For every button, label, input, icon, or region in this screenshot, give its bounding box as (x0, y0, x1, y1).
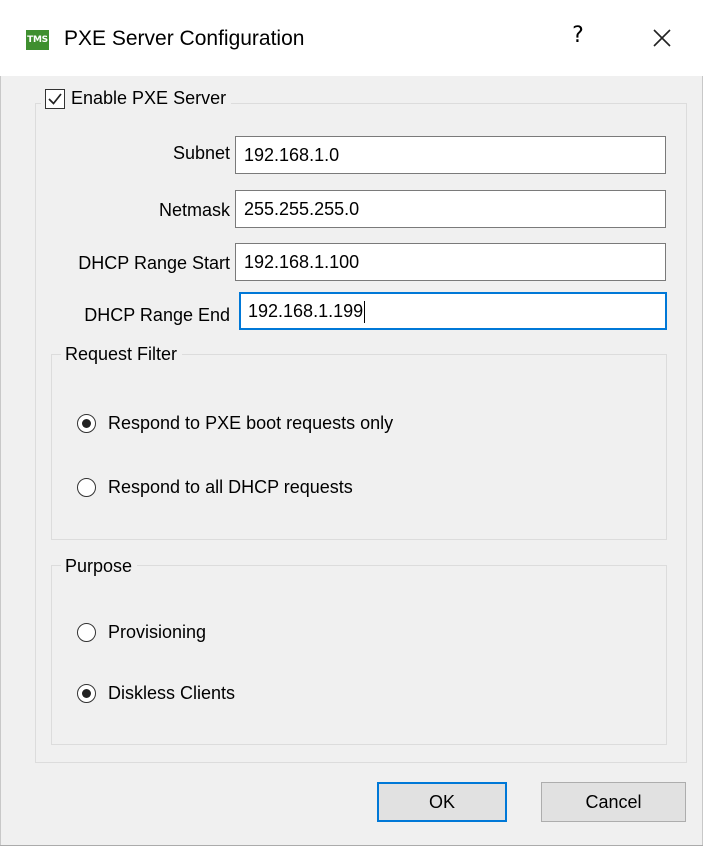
netmask-label: Netmask (158, 200, 230, 220)
window-border-left (0, 0, 1, 846)
purpose-group (51, 565, 667, 745)
title-bar[interactable]: TMS PXE Server Configuration ? (0, 0, 703, 76)
radio-provisioning[interactable] (77, 623, 96, 642)
subnet-input[interactable]: 192.168.1.0 (235, 136, 666, 174)
cancel-button[interactable]: Cancel (541, 782, 686, 822)
check-icon (48, 93, 62, 105)
dhcp-range-end-input[interactable]: 192.168.1.199 (239, 292, 667, 330)
dhcp-range-start-input[interactable]: 192.168.1.100 (235, 243, 666, 281)
dhcp-range-start-label: DHCP Range Start (78, 253, 230, 273)
help-button[interactable]: ? (563, 23, 593, 48)
app-icon: TMS (26, 30, 49, 50)
subnet-label: Subnet (172, 143, 230, 163)
radio-diskless-clients[interactable] (77, 684, 96, 703)
enable-pxe-checkbox[interactable] (45, 89, 65, 109)
radio-diskless-clients-label[interactable]: Diskless Clients (108, 683, 235, 704)
close-icon (653, 29, 671, 47)
window-title: PXE Server Configuration (64, 27, 305, 50)
radio-pxe-only-label[interactable]: Respond to PXE boot requests only (108, 413, 393, 434)
enable-pxe-legend: Enable PXE Server (41, 88, 232, 109)
enable-pxe-label[interactable]: Enable PXE Server (71, 88, 226, 108)
request-filter-title: Request Filter (61, 344, 183, 365)
dhcp-range-end-label: DHCP Range End (84, 305, 230, 325)
radio-all-dhcp[interactable] (77, 478, 96, 497)
dhcp-range-end-value: 192.168.1.199 (248, 301, 364, 321)
purpose-title: Purpose (61, 556, 138, 577)
netmask-input[interactable]: 255.255.255.0 (235, 190, 666, 228)
ok-button[interactable]: OK (377, 782, 507, 822)
text-caret (364, 301, 366, 324)
close-button[interactable] (640, 20, 684, 56)
request-filter-group (51, 354, 667, 540)
radio-all-dhcp-label[interactable]: Respond to all DHCP requests (108, 477, 353, 498)
radio-pxe-only[interactable] (77, 414, 96, 433)
radio-provisioning-label[interactable]: Provisioning (108, 622, 206, 643)
